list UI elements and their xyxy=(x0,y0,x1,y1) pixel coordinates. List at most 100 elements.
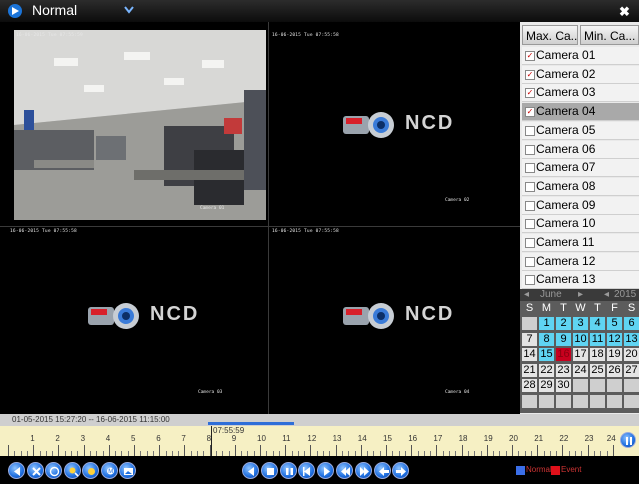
hour-label: 9 xyxy=(231,434,237,443)
hour-tick xyxy=(537,445,539,456)
prev-month-icon[interactable]: ◂ xyxy=(524,289,529,301)
reverse-play-icon[interactable] xyxy=(242,462,259,479)
calendar-day[interactable]: 15 xyxy=(539,348,554,361)
video-cell-2[interactable]: 16-06-2015 Tue 07:55:58 NCD Camera 02 xyxy=(269,22,520,226)
camera-list-item[interactable]: ✓ Camera 04 xyxy=(522,103,639,122)
calendar-header: ◂ June ▸ ◂ 2015 xyxy=(520,289,639,301)
camera-checkbox[interactable]: ✓ xyxy=(525,88,535,99)
camera-checkbox[interactable]: ✓ xyxy=(525,69,535,80)
mode-label[interactable]: Normal xyxy=(32,2,77,18)
prev-year-icon[interactable]: ◂ xyxy=(604,289,609,301)
calendar-day[interactable]: 23 xyxy=(556,363,571,377)
search-icon[interactable] xyxy=(63,462,81,479)
calendar-day[interactable]: 27 xyxy=(624,363,639,377)
hour-label: 20 xyxy=(509,434,518,443)
camera-list-item[interactable]: Camera 12 xyxy=(522,252,639,271)
camera-checkbox[interactable] xyxy=(525,181,535,192)
camera-list-item[interactable]: Camera 06 xyxy=(522,140,639,159)
fast-forward-icon[interactable] xyxy=(354,462,372,479)
camera-list-item[interactable]: Camera 05 xyxy=(522,121,639,140)
close-clip-icon[interactable] xyxy=(26,462,44,479)
calendar-day[interactable]: 8 xyxy=(539,332,554,346)
play-mode-icon[interactable] xyxy=(8,4,22,18)
calendar-day[interactable]: 18 xyxy=(590,348,605,361)
prev-day-icon[interactable] xyxy=(373,462,391,479)
min-camera-tab[interactable]: Min. Ca... xyxy=(580,25,639,45)
calendar-day[interactable]: 12 xyxy=(607,332,622,346)
next-month-icon[interactable]: ▸ xyxy=(578,289,583,301)
camera-list-item[interactable]: Camera 08 xyxy=(522,177,639,196)
next-day-icon[interactable] xyxy=(392,462,410,479)
calendar-day[interactable]: 29 xyxy=(539,379,554,392)
calendar-day[interactable]: 17 xyxy=(573,348,588,361)
camera-checkbox[interactable] xyxy=(525,238,535,248)
calendar-day[interactable]: 28 xyxy=(522,379,537,392)
camera-list-item[interactable]: Camera 10 xyxy=(522,215,639,234)
calendar-day[interactable]: 30 xyxy=(556,379,571,392)
video-cell-3[interactable]: 16-06-2015 Tue 07:55:58 NCD Camera 03 xyxy=(0,227,268,414)
camera-checkbox[interactable] xyxy=(525,275,535,286)
camera-list-item[interactable]: Camera 13 xyxy=(522,271,639,290)
camera-checkbox[interactable] xyxy=(525,144,535,155)
calendar-day[interactable]: 20 xyxy=(624,348,639,361)
camera-checkbox[interactable]: ✓ xyxy=(525,107,535,118)
calendar-day[interactable]: 6 xyxy=(624,317,639,330)
calendar-day[interactable]: 19 xyxy=(607,348,622,361)
camera-list-item[interactable]: ✓ Camera 01 xyxy=(522,47,639,65)
timeline-cursor[interactable] xyxy=(211,426,212,456)
calendar-day[interactable]: 3 xyxy=(573,317,588,330)
grid-divider-v xyxy=(268,22,269,414)
hour-tick xyxy=(83,445,85,456)
camera-checkbox[interactable] xyxy=(525,200,535,211)
calendar-empty-cell xyxy=(573,379,588,392)
camera-list-item[interactable]: ✓ Camera 03 xyxy=(522,84,639,103)
calendar-day[interactable]: 2 xyxy=(556,317,571,330)
globe-icon[interactable] xyxy=(45,462,62,479)
camera-checkbox[interactable] xyxy=(525,219,535,230)
bookmark-icon[interactable]: M xyxy=(100,462,118,479)
play-icon[interactable] xyxy=(317,462,335,479)
calendar-day[interactable]: 22 xyxy=(539,363,554,377)
calendar-day[interactable]: 14 xyxy=(522,348,537,361)
step-back-icon[interactable] xyxy=(298,462,316,479)
close-icon[interactable]: ✖ xyxy=(619,4,630,20)
camera-list-item[interactable]: Camera 11 xyxy=(522,234,639,252)
slow-icon[interactable] xyxy=(336,462,353,479)
video-cell-4[interactable]: 16-06-2015 Tue 07:55:58 NCD Camera 04 xyxy=(269,227,520,414)
calendar-empty-cell xyxy=(590,394,605,408)
hour-tick xyxy=(134,445,135,456)
calendar-day[interactable]: 24 xyxy=(573,363,588,377)
camera-list-item[interactable]: Camera 09 xyxy=(522,196,639,215)
camera-list-item[interactable]: ✓ Camera 02 xyxy=(522,65,639,84)
timeline-position-bar[interactable] xyxy=(208,422,294,425)
picture-icon[interactable] xyxy=(119,462,136,479)
stop-icon[interactable] xyxy=(260,462,278,479)
chevron-down-icon[interactable] xyxy=(124,6,134,14)
legend-normal-label: Normal xyxy=(526,465,552,474)
camera-checkbox[interactable] xyxy=(525,256,535,267)
calendar-day[interactable]: 21 xyxy=(522,363,537,377)
pause-icon[interactable] xyxy=(279,462,297,479)
camera-list-item[interactable]: Camera 07 xyxy=(522,159,639,178)
calendar-day[interactable]: 4 xyxy=(590,317,605,330)
calendar-day[interactable]: 5 xyxy=(607,317,622,330)
title-bar: Normal ✖ xyxy=(0,0,639,22)
camera-checkbox[interactable] xyxy=(525,163,535,174)
calendar-day[interactable]: 25 xyxy=(590,363,605,377)
calendar-day[interactable]: 11 xyxy=(590,332,605,346)
zoom-icon[interactable] xyxy=(82,462,99,479)
camera-checkbox[interactable]: ✓ xyxy=(525,51,535,61)
calendar-day[interactable]: 13 xyxy=(624,332,639,346)
video-cell-1[interactable]: 16-06-2015 Tue 07:55:59 Camera 01 xyxy=(0,22,268,226)
calendar-day[interactable]: 26 xyxy=(607,363,622,377)
calendar-day[interactable]: 9 xyxy=(556,332,571,346)
calendar-day[interactable]: 1 xyxy=(539,317,554,330)
calendar-day[interactable]: 16 xyxy=(556,348,571,361)
calendar-day[interactable]: 10 xyxy=(573,332,588,346)
calendar-day[interactable]: 7 xyxy=(522,332,537,346)
back-icon[interactable] xyxy=(8,462,25,479)
timeline-scroll-right-icon[interactable] xyxy=(620,432,636,448)
max-camera-tab[interactable]: Max. Ca... xyxy=(522,25,578,45)
timeline-ruler[interactable]: 1 2 3 4 5 6 7 8 9 10 11 12 13 14 15 16 17 18 19 20 21 22 23 24 … xyxy=(0,426,639,456)
camera-checkbox[interactable] xyxy=(525,125,535,136)
